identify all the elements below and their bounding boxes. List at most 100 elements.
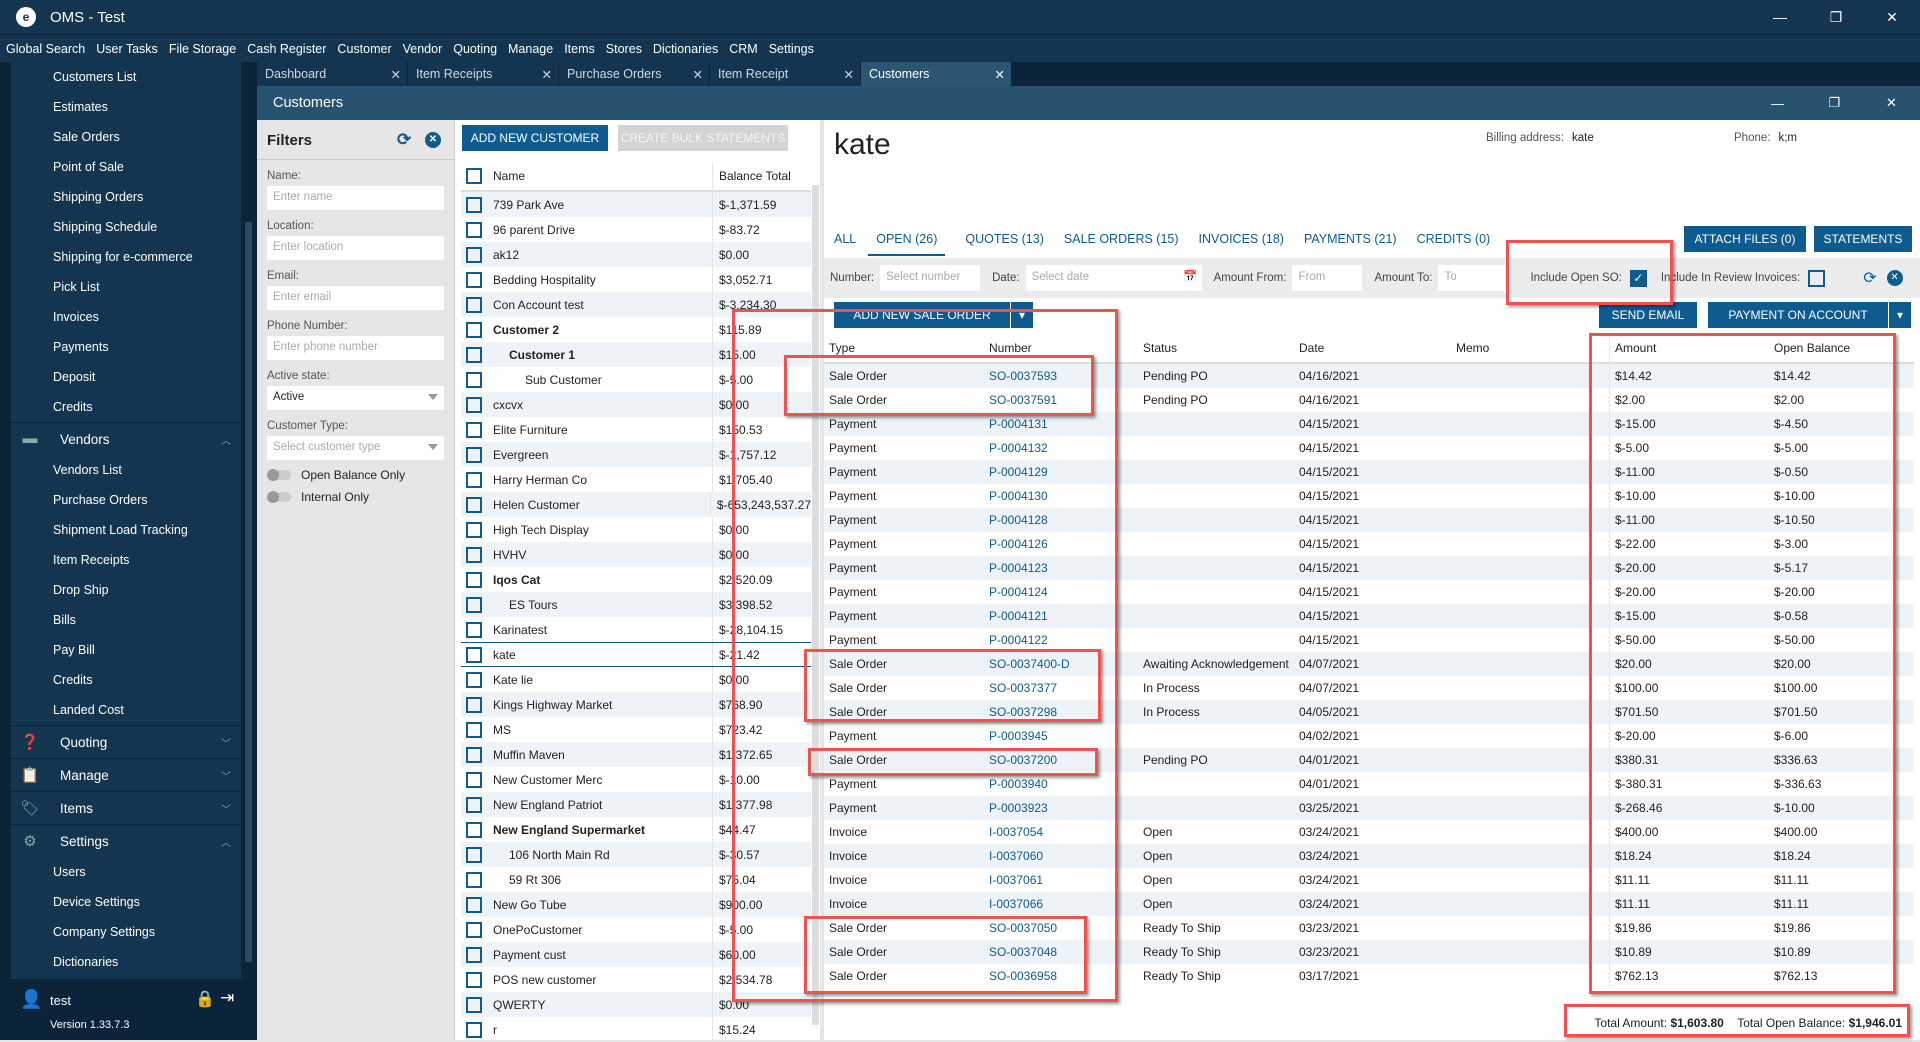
number-link[interactable]: P-0003923 (984, 796, 1138, 820)
close-tab-icon[interactable]: ✕ (693, 67, 703, 82)
sidebar-item-point-of-sale[interactable]: Point of Sale (11, 152, 241, 182)
payment-dropdown[interactable]: ▾ (1889, 302, 1911, 328)
add-new-sale-order-button[interactable]: ADD NEW SALE ORDER (834, 302, 1010, 328)
tab-item-receipt[interactable]: Item Receipt ✕ (710, 62, 860, 86)
tab-credits-0[interactable]: CREDITS (0) (1417, 232, 1491, 256)
tab-all[interactable]: ALL (834, 232, 856, 256)
row-checkbox[interactable] (466, 346, 482, 363)
customer-list-scrollbar[interactable] (812, 185, 819, 1025)
row-checkbox[interactable] (466, 496, 482, 513)
customer-row[interactable]: ak12 $0.00 (461, 242, 811, 267)
sidebar-group-manage[interactable]: 📋 Manage ﹀ (11, 758, 241, 791)
row-checkbox[interactable] (466, 371, 482, 388)
window-minimize-button[interactable]: — (1749, 86, 1806, 120)
menu-crm[interactable]: CRM (729, 42, 757, 56)
customer-row[interactable]: Harry Herman Co $1,705.40 (461, 467, 811, 492)
menu-global-search[interactable]: Global Search (6, 42, 85, 56)
tab-invoices-18[interactable]: INVOICES (18) (1199, 232, 1284, 256)
menu-cash-register[interactable]: Cash Register (247, 42, 326, 56)
name-input[interactable]: Enter name (267, 186, 444, 210)
sidebar-item-credits[interactable]: Credits (11, 392, 241, 422)
row-checkbox[interactable] (466, 771, 482, 788)
customer-row[interactable]: New England Patriot $1,377.98 (461, 792, 811, 817)
attach-files-button[interactable]: ATTACH FILES (0) (1684, 226, 1806, 252)
email-input[interactable]: Enter email (267, 286, 444, 310)
menu-quoting[interactable]: Quoting (453, 42, 497, 56)
column-header-number[interactable]: Number (984, 334, 1138, 362)
customer-row[interactable]: OnePoCustomer $-5.00 (461, 917, 811, 942)
minimize-button[interactable]: — (1752, 0, 1808, 34)
row-checkbox[interactable] (466, 896, 482, 913)
column-header-amount[interactable]: Amount (1609, 334, 1769, 362)
sidebar-item-shipping-orders[interactable]: Shipping Orders (11, 182, 241, 212)
customer-row[interactable]: New Customer Merc $-10.00 (461, 767, 811, 792)
transaction-row[interactable]: Payment P-0004128 04/15/2021 $-11.00 $-10.50 (824, 508, 1914, 532)
sidebar-item-shipping-for-e-commerce[interactable]: Shipping for e-commerce (11, 242, 241, 272)
number-link[interactable]: SO-0037377 (984, 676, 1138, 700)
sidebar-item-purchase-orders[interactable]: Purchase Orders (11, 485, 241, 515)
row-checkbox[interactable] (466, 796, 482, 813)
number-link[interactable]: P-0004121 (984, 604, 1138, 628)
customer-row[interactable]: Payment cust $60.00 (461, 942, 811, 967)
sidebar-item-pick-list[interactable]: Pick List (11, 272, 241, 302)
row-checkbox[interactable] (466, 546, 482, 563)
sidebar-item-estimates[interactable]: Estimates (11, 92, 241, 122)
menu-stores[interactable]: Stores (606, 42, 642, 56)
tab-dashboard[interactable]: Dashboard ✕ (257, 62, 407, 86)
number-link[interactable]: P-0004123 (984, 556, 1138, 580)
send-email-button[interactable]: SEND EMAIL (1599, 302, 1697, 328)
customer-row[interactable]: New Go Tube $900.00 (461, 892, 811, 917)
number-link[interactable]: P-0004129 (984, 460, 1138, 484)
number-link[interactable]: SO-0037400-D (984, 652, 1138, 676)
number-link[interactable]: P-0003940 (984, 772, 1138, 796)
tab-open-26[interactable]: OPEN (26) (868, 232, 946, 256)
customer-row[interactable]: New England Supermarket $44.47 (461, 817, 811, 842)
tab-payments-21[interactable]: PAYMENTS (21) (1304, 232, 1397, 256)
row-checkbox[interactable] (466, 571, 482, 588)
customer-row[interactable]: Con Account test $-3,234.30 (461, 292, 811, 317)
number-link[interactable]: SO-0037048 (984, 940, 1138, 964)
row-checkbox[interactable] (466, 421, 482, 438)
customer-row[interactable]: Bedding Hospitality $3,052.71 (461, 267, 811, 292)
customer-row[interactable]: Helen Customer $-653,243,537.27 (461, 492, 811, 517)
transaction-row[interactable]: Payment P-0004126 04/15/2021 $-22.00 $-3.00 (824, 532, 1914, 556)
transaction-row[interactable]: Payment P-0003923 03/25/2021 $-268.46 $-10.0… (824, 796, 1914, 820)
number-link[interactable]: P-0004126 (984, 532, 1138, 556)
customer-row[interactable]: 59 Rt 306 $75.04 (461, 867, 811, 892)
window-close-button[interactable]: ✕ (1863, 86, 1920, 120)
number-link[interactable]: P-0004122 (984, 628, 1138, 652)
window-restore-button[interactable]: ❐ (1806, 86, 1863, 120)
row-checkbox[interactable] (466, 821, 482, 838)
transaction-row[interactable]: Sale Order SO-0037048 Ready To Ship 03/23/2… (824, 940, 1914, 964)
sidebar-group-vendors[interactable]: ▬ Vendors ︿ (11, 422, 241, 455)
customer-row[interactable]: Evergreen $-1,757.12 (461, 442, 811, 467)
sidebar-item-drop-ship[interactable]: Drop Ship (11, 575, 241, 605)
menu-settings[interactable]: Settings (769, 42, 814, 56)
internal-only-toggle[interactable]: Internal Only (267, 490, 444, 504)
number-link[interactable]: P-0003945 (984, 724, 1138, 748)
sidebar-item-shipment-load-tracking[interactable]: Shipment Load Tracking (11, 515, 241, 545)
number-link[interactable]: P-0004128 (984, 508, 1138, 532)
number-link[interactable]: I-0037061 (984, 868, 1138, 892)
active-state-select[interactable]: Active (267, 386, 444, 410)
transaction-row[interactable]: Sale Order SO-0037298 In Process 04/05/2021… (824, 700, 1914, 724)
customer-row[interactable]: Kings Highway Market $768.90 (461, 692, 811, 717)
sidebar-item-company-settings[interactable]: Company Settings (11, 917, 241, 947)
transaction-row[interactable]: Invoice I-0037061 Open 03/24/2021 $11.11 $11.… (824, 868, 1914, 892)
amount-from-input[interactable]: From (1292, 265, 1363, 291)
customer-row[interactable]: Muffin Maven $1,372.65 (461, 742, 811, 767)
sidebar-item-invoices[interactable]: Invoices (11, 302, 241, 332)
row-checkbox[interactable] (466, 921, 482, 938)
date-input[interactable]: Select date 📅 (1025, 265, 1202, 291)
transaction-row[interactable]: Sale Order SO-0037591 Pending PO 04/16/2021… (824, 388, 1914, 412)
sidebar-item-item-receipts[interactable]: Item Receipts (11, 545, 241, 575)
number-link[interactable]: P-0004132 (984, 436, 1138, 460)
row-checkbox[interactable] (466, 521, 482, 538)
sidebar-item-device-settings[interactable]: Device Settings (11, 887, 241, 917)
calendar-icon[interactable]: 📅 (1183, 269, 1197, 283)
customer-row[interactable]: 739 Park Ave $-1,371.59 (461, 192, 811, 217)
row-checkbox[interactable] (466, 1021, 482, 1038)
transaction-row[interactable]: Payment P-0004123 04/15/2021 $-20.00 $-5.17 (824, 556, 1914, 580)
sidebar-group-items[interactable]: 🏷 Items ﹀ (11, 791, 241, 824)
phone-input[interactable]: Enter phone number (267, 336, 444, 360)
